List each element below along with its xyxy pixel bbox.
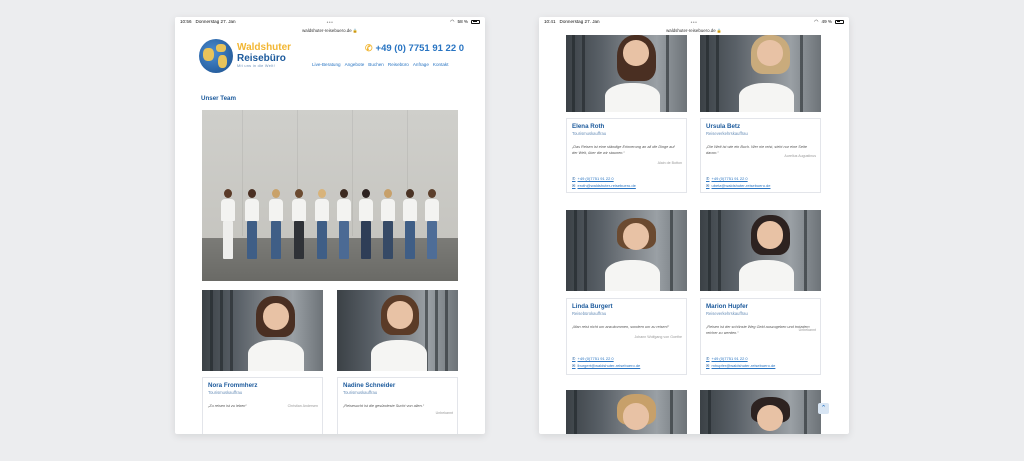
- battery-percent: 58 %: [457, 19, 468, 24]
- member-name: Nadine Schneider: [343, 382, 396, 389]
- main-nav: Live-Beratung Angebote Buchen Reisebüro …: [312, 62, 449, 67]
- member-role: Tourismuskauffrau: [343, 390, 378, 395]
- section-title: Unser Team: [201, 95, 236, 102]
- phone-icon: ✆: [706, 176, 710, 181]
- header-phone-link[interactable]: ✆ +49 (0) 7751 91 22 0: [365, 43, 464, 54]
- member-phone: +49 (0)7751 91 22 0: [577, 356, 614, 361]
- logo-globe-icon[interactable]: [199, 39, 233, 73]
- email-icon: ✉: [572, 363, 576, 368]
- member-name: Linda Burgert: [572, 303, 613, 310]
- tablet-screenshot-right: 10:41 Donnerstag 27. Jan ◠ 49 % ••• wald…: [539, 17, 849, 434]
- team-photo: [202, 110, 458, 281]
- member-card-nadine: Nadine Schneider Tourismuskauffrau „Reis…: [337, 377, 458, 434]
- member-name: Ursula Betz: [706, 123, 741, 130]
- member-quote: „Das Reisen ist eine ständige Erinnerung…: [572, 145, 675, 155]
- quote-author: Christian Andersen: [287, 404, 318, 408]
- member-phone-link[interactable]: ✆ +49 (0)7751 91 22 0: [706, 356, 748, 361]
- header-phone-number: +49 (0) 7751 91 22 0: [375, 43, 465, 54]
- battery-percent: 49 %: [821, 19, 832, 24]
- wifi-icon: ◠: [814, 18, 819, 25]
- email-icon: ✉: [706, 363, 710, 368]
- status-time: 10:56: [180, 19, 192, 24]
- member-name: Marion Hupfer: [706, 303, 748, 310]
- member-role: Tourismuskauffrau: [208, 390, 243, 395]
- email-icon: ✉: [706, 183, 710, 188]
- member-quote: „Man reist nicht um anzukommen, sondern …: [572, 325, 670, 329]
- member-phone-link[interactable]: ✆ +49 (0)7751 91 22 0: [706, 176, 748, 181]
- member-email-link[interactable]: ✉ ubetz@waldshuter-reisebuero.de: [706, 183, 771, 188]
- member-phone: +49 (0)7751 91 22 0: [577, 176, 614, 181]
- member-phone: +49 (0)7751 91 22 0: [711, 356, 748, 361]
- nav-item-angebote[interactable]: Angebote: [345, 62, 365, 67]
- status-date: Donnerstag 27. Jan: [559, 19, 600, 24]
- url-text: waldshuter-reisebuero.de: [302, 28, 352, 33]
- member-role: Tourismuskauffrau: [572, 131, 607, 136]
- quote-author: Alain de Botton: [657, 161, 682, 165]
- url-text: waldshuter-reisebuero.de: [666, 28, 716, 33]
- member-photo-nora: [202, 290, 323, 371]
- member-card-ursula: Ursula Betz Reiseverkehrskauffrau „Die W…: [700, 118, 821, 193]
- member-phone: +49 (0)7751 91 22 0: [711, 176, 748, 181]
- status-date: Donnerstag 27. Jan: [195, 19, 236, 24]
- nav-item-reisebuero[interactable]: Reisebüro: [388, 62, 409, 67]
- member-card-elena: Elena Roth Tourismuskauffrau „Das Reisen…: [566, 118, 687, 193]
- member-photo-partial-2: [700, 390, 821, 434]
- email-icon: ✉: [572, 183, 576, 188]
- chevron-up-icon: ⌃: [820, 405, 827, 412]
- member-role: Reiseverkehrskauffrau: [706, 131, 748, 136]
- member-photo-linda: [566, 210, 687, 291]
- nav-item-live-beratung[interactable]: Live-Beratung: [312, 62, 341, 67]
- member-photo-marion: [700, 210, 821, 291]
- member-email: lburgert@waldshuter-reisebuero.de: [577, 363, 641, 368]
- lock-icon: 🔒: [352, 28, 358, 33]
- nav-item-anfrage[interactable]: Anfrage: [413, 62, 429, 67]
- phone-icon: ✆: [706, 356, 710, 361]
- quote-author: Aurelius Augustinus: [784, 154, 816, 158]
- nav-item-kontakt[interactable]: Kontakt: [433, 62, 449, 67]
- battery-icon: [835, 19, 844, 24]
- nav-item-buchen[interactable]: Buchen: [368, 62, 384, 67]
- phone-icon: ✆: [365, 43, 373, 53]
- phone-icon: ✆: [572, 356, 576, 361]
- member-photo-nadine: [337, 290, 458, 371]
- url-bar[interactable]: waldshuter-reisebuero.de 🔒: [539, 26, 849, 35]
- member-photo-partial-1: [566, 390, 687, 434]
- url-bar[interactable]: waldshuter-reisebuero.de 🔒: [175, 26, 485, 35]
- phone-icon: ✆: [572, 176, 576, 181]
- member-photo-ursula: [700, 35, 821, 112]
- member-email: eroth@waldshuter-reisebuero.de: [577, 183, 636, 188]
- tablet-screenshot-left: 10:56 Donnerstag 27. Jan ◠ 58 % ••• wald…: [175, 17, 485, 434]
- wifi-icon: ◠: [450, 18, 455, 25]
- brand-tagline: Mit uns in die Welt!: [237, 64, 276, 68]
- member-phone-link[interactable]: ✆ +49 (0)7751 91 22 0: [572, 356, 614, 361]
- tab-dots-icon[interactable]: •••: [327, 21, 334, 26]
- scroll-top-button[interactable]: ⌃: [818, 403, 829, 414]
- member-email: ubetz@waldshuter-reisebuero.de: [711, 183, 771, 188]
- quote-author: Unbekannt: [798, 328, 816, 332]
- member-phone-link[interactable]: ✆ +49 (0)7751 91 22 0: [572, 176, 614, 181]
- battery-icon: [471, 19, 480, 24]
- brand-name-line2[interactable]: Reisebüro: [237, 53, 286, 64]
- member-role: Reiseverkehrskauffrau: [706, 311, 748, 316]
- member-photo-elena: [566, 35, 687, 112]
- member-email-link[interactable]: ✉ lburgert@waldshuter-reisebuero.de: [572, 363, 640, 368]
- quote-author: Johann Wolfgang von Goethe: [634, 335, 683, 339]
- member-quote: „Zu reisen ist zu leben“: [208, 404, 247, 408]
- member-email-link[interactable]: ✉ mhupfer@waldshuter-reisebuero.de: [706, 363, 775, 368]
- quote-author: Unbekannt: [435, 411, 453, 415]
- member-email-link[interactable]: ✉ eroth@waldshuter-reisebuero.de: [572, 183, 636, 188]
- tab-dots-icon[interactable]: •••: [691, 21, 698, 26]
- member-card-linda: Linda Burgert Reisebürokauffrau „Man rei…: [566, 298, 687, 375]
- status-time: 10:41: [544, 19, 556, 24]
- member-name: Nora Frommherz: [208, 382, 258, 389]
- lock-icon: 🔒: [716, 28, 722, 33]
- member-role: Reisebürokauffrau: [572, 311, 607, 316]
- member-name: Elena Roth: [572, 123, 605, 130]
- member-card-marion: Marion Hupfer Reiseverkehrskauffrau „Rei…: [700, 298, 821, 375]
- member-card-nora: Nora Frommherz Tourismuskauffrau „Zu rei…: [202, 377, 323, 434]
- member-email: mhupfer@waldshuter-reisebuero.de: [711, 363, 776, 368]
- member-quote: „Reisesucht ist die gesündeste Sucht von…: [343, 404, 425, 408]
- brand-name-line1[interactable]: Waldshuter: [237, 42, 291, 53]
